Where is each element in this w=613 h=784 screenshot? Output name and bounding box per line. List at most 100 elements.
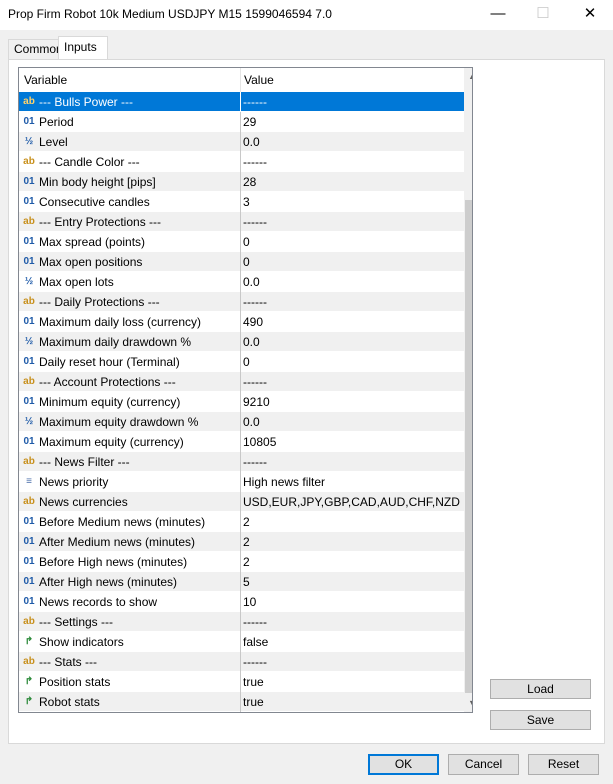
input-value[interactable]: 0.0 — [243, 415, 260, 429]
input-value[interactable]: ------ — [243, 215, 267, 229]
string-type-icon: ab — [23, 216, 35, 227]
input-variable-name: Min body height [pips] — [39, 175, 156, 189]
input-row[interactable]: ½ Max open lots 0.0 — [19, 272, 464, 292]
close-icon[interactable]: ✕ — [567, 0, 613, 30]
input-row[interactable]: 01 Maximum equity (currency) 10805 — [19, 432, 464, 452]
integer-type-icon: 01 — [23, 556, 35, 567]
input-value[interactable]: 28 — [243, 175, 256, 189]
input-row[interactable]: ½ Level 0.0 — [19, 132, 464, 152]
grid-header: Variable Value — [19, 68, 464, 93]
input-row[interactable]: ab --- Entry Protections --- ------ — [19, 212, 464, 232]
input-value[interactable]: ------ — [243, 295, 267, 309]
cell-divider — [240, 372, 241, 392]
input-row[interactable]: 01 Consecutive candles 3 — [19, 192, 464, 212]
column-header-variable[interactable]: Variable — [24, 73, 67, 87]
input-variable-name: Before High news (minutes) — [39, 555, 188, 569]
cell-divider — [240, 612, 241, 632]
input-value[interactable]: USD,EUR,JPY,GBP,CAD,AUD,CHF,NZD — [243, 495, 460, 509]
input-row[interactable]: 01 Max spread (points) 0 — [19, 232, 464, 252]
bool-type-icon: ↱ — [24, 636, 34, 647]
input-row[interactable]: ab --- Bulls Power --- ------ — [19, 92, 464, 112]
scrollbar-thumb[interactable] — [465, 200, 472, 693]
input-row[interactable]: ab --- Stats --- ------ — [19, 652, 464, 672]
double-type-icon: ½ — [24, 416, 34, 427]
input-value[interactable]: 5 — [243, 575, 250, 589]
input-row[interactable]: ↱ Position stats true — [19, 672, 464, 692]
input-value[interactable]: ------ — [243, 615, 267, 629]
input-value[interactable]: 3 — [243, 195, 250, 209]
input-value[interactable]: 0 — [243, 235, 250, 249]
input-value[interactable]: 0.0 — [243, 135, 260, 149]
input-row[interactable]: ↱ Robot stats true — [19, 692, 464, 712]
input-row[interactable]: ab --- News Filter --- ------ — [19, 452, 464, 472]
string-type-icon: ab — [23, 656, 35, 667]
input-row[interactable]: 01 Before High news (minutes) 2 — [19, 552, 464, 572]
load-button[interactable]: Load — [490, 679, 591, 699]
input-value[interactable]: 10 — [243, 595, 256, 609]
input-value[interactable]: 0.0 — [243, 335, 260, 349]
input-value[interactable]: 0 — [243, 355, 250, 369]
input-row[interactable]: ab --- Daily Protections --- ------ — [19, 292, 464, 312]
vertical-scrollbar[interactable]: ▲ ▼ — [464, 68, 472, 712]
input-row[interactable]: 01 After High news (minutes) 5 — [19, 572, 464, 592]
input-row[interactable]: 01 Max open positions 0 — [19, 252, 464, 272]
column-divider[interactable] — [240, 68, 241, 92]
input-row[interactable]: 01 Maximum daily loss (currency) 490 — [19, 312, 464, 332]
input-row[interactable]: 01 Minimum equity (currency) 9210 — [19, 392, 464, 412]
input-row[interactable]: 01 Daily reset hour (Terminal) 0 — [19, 352, 464, 372]
input-value[interactable]: ------ — [243, 95, 267, 109]
input-value[interactable]: 0 — [243, 255, 250, 269]
input-row[interactable]: ab --- Settings --- ------ — [19, 612, 464, 632]
reset-button[interactable]: Reset — [528, 754, 599, 775]
column-header-value[interactable]: Value — [244, 73, 274, 87]
input-row[interactable]: 01 After Medium news (minutes) 2 — [19, 532, 464, 552]
cell-divider — [240, 332, 241, 352]
string-type-icon: ab — [23, 156, 35, 167]
input-row[interactable]: 01 Min body height [pips] 28 — [19, 172, 464, 192]
input-row[interactable]: ab News currencies USD,EUR,JPY,GBP,CAD,AUD… — [19, 492, 464, 512]
tab-inputs[interactable]: Inputs — [58, 36, 108, 60]
input-row[interactable]: ↱ Show indicators false — [19, 632, 464, 652]
input-row[interactable]: 01 Before Medium news (minutes) 2 — [19, 512, 464, 532]
input-value[interactable]: ------ — [243, 455, 267, 469]
title-bar: Prop Firm Robot 10k Medium USDJPY M15 15… — [0, 0, 613, 30]
cell-divider — [240, 452, 241, 472]
input-value[interactable]: 0.0 — [243, 275, 260, 289]
scroll-down-icon[interactable]: ▼ — [464, 695, 472, 712]
input-value[interactable]: ------ — [243, 375, 267, 389]
scroll-up-icon[interactable]: ▲ — [464, 68, 472, 85]
input-value[interactable]: 490 — [243, 315, 263, 329]
input-row[interactable]: ½ Maximum daily drawdown % 0.0 — [19, 332, 464, 352]
input-variable-name: Maximum equity (currency) — [39, 435, 184, 449]
input-value[interactable]: 2 — [243, 515, 250, 529]
input-value[interactable]: false — [243, 635, 268, 649]
input-value[interactable]: 29 — [243, 115, 256, 129]
cell-divider — [240, 92, 241, 112]
tab-common[interactable]: Common — [8, 39, 63, 59]
input-row[interactable]: ½ Maximum equity drawdown % 0.0 — [19, 412, 464, 432]
input-value[interactable]: ------ — [243, 655, 267, 669]
save-button[interactable]: Save — [490, 710, 591, 730]
integer-type-icon: 01 — [23, 356, 35, 367]
input-row[interactable]: 01 Period 29 — [19, 112, 464, 132]
cell-divider — [240, 672, 241, 692]
input-variable-name: News priority — [39, 475, 109, 489]
input-value[interactable]: true — [243, 695, 264, 709]
input-row[interactable]: 01 News records to show 10 — [19, 592, 464, 612]
input-value[interactable]: ------ — [243, 155, 267, 169]
minimize-icon[interactable]: — — [475, 0, 521, 30]
input-value[interactable]: 2 — [243, 535, 250, 549]
input-value[interactable]: 10805 — [243, 435, 276, 449]
ok-button[interactable]: OK — [368, 754, 439, 775]
input-value[interactable]: true — [243, 675, 264, 689]
cell-divider — [240, 152, 241, 172]
input-row[interactable]: ab --- Candle Color --- ------ — [19, 152, 464, 172]
input-row[interactable]: ab --- Account Protections --- ------ — [19, 372, 464, 392]
input-row[interactable]: ≡ News priority High news filter — [19, 472, 464, 492]
maximize-icon[interactable]: ☐ — [520, 0, 566, 30]
input-value[interactable]: 9210 — [243, 395, 270, 409]
bool-type-icon: ↱ — [24, 676, 34, 687]
cancel-button[interactable]: Cancel — [448, 754, 519, 775]
input-value[interactable]: High news filter — [243, 475, 325, 489]
input-value[interactable]: 2 — [243, 555, 250, 569]
